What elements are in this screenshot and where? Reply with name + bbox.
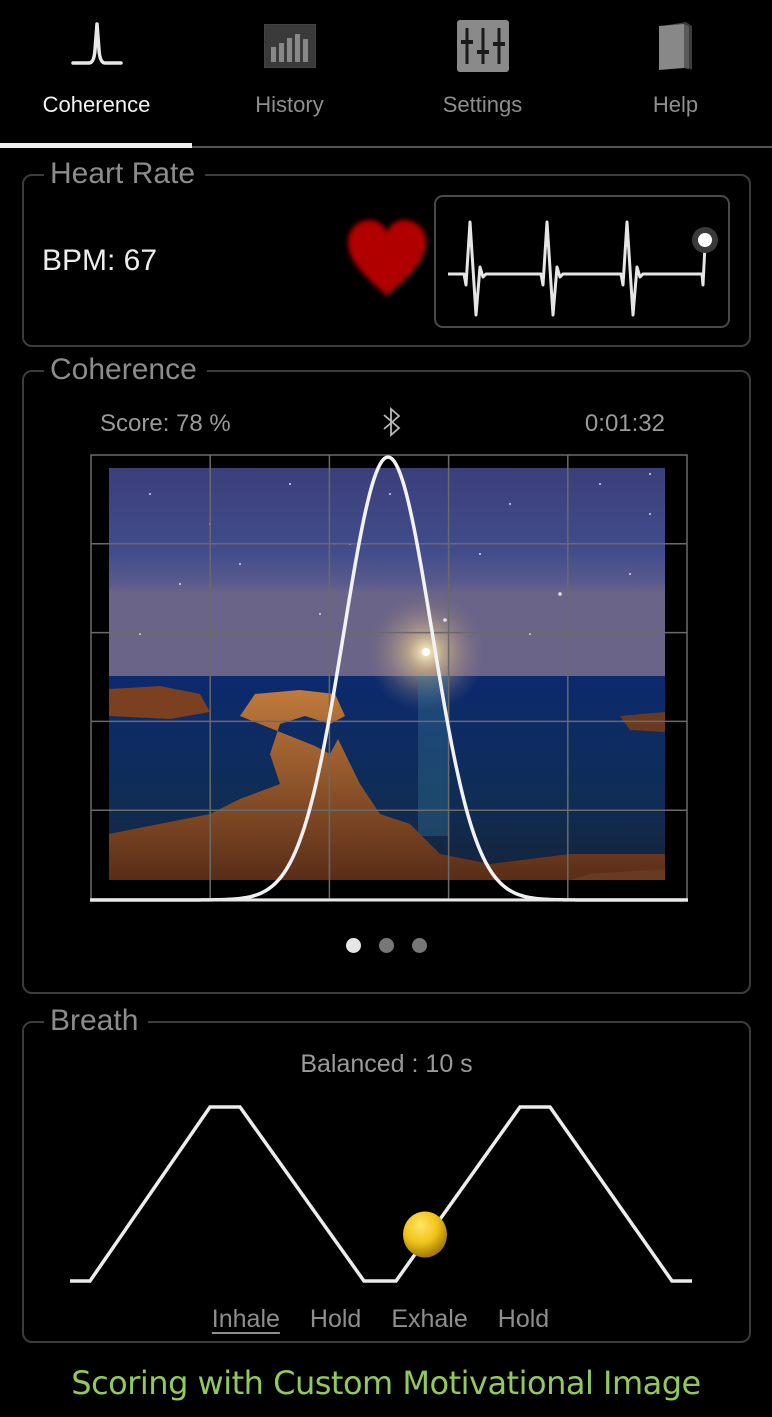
breath-phases: Inhale Hold Exhale Hold [24,1305,749,1334]
breath-phase-hold: Hold [309,1305,362,1333]
book-icon [648,20,704,72]
session-timer: 0:01:32 [584,410,665,437]
score-readout: Score: 78 % [100,410,231,437]
breath-pacer-ball [402,1211,447,1258]
coherence-plot [90,454,688,902]
tab-help[interactable]: Help [579,0,772,146]
page-dot[interactable] [346,938,361,953]
coherence-title: Coherence [44,350,207,390]
tab-label: History [255,92,324,117]
breath-phase-inhale: Inhale [211,1305,280,1333]
ecg-waveform [434,195,730,328]
sliders-icon [455,20,511,72]
bar-chart-icon [262,20,318,72]
bpm-readout: BPM: 67 [42,244,158,277]
coherence-panel: Coherence Score: 78 % 0:01:32 [22,350,751,994]
heart-rate-panel: Heart Rate BPM: 67 [22,154,751,347]
page-dot[interactable] [412,938,427,953]
breath-wave [70,1105,692,1283]
page-dot[interactable] [379,938,394,953]
breath-phase-hold: Hold [497,1305,550,1333]
breath-pacer [70,1105,692,1283]
tab-label: Coherence [42,92,151,117]
breath-panel: Breath Balanced : 10 s Inhale Hold Exhale H… [22,1001,751,1343]
ecg-cursor [698,233,712,247]
tab-bar: Coherence History Settings Help [0,0,772,149]
breath-phase-exhale: Exhale [391,1305,468,1333]
motivational-background-image [109,468,665,880]
coherence-peak-icon [69,20,125,72]
tab-divider [192,146,772,148]
bluetooth-icon [379,406,405,438]
heart-rate-title: Heart Rate [44,154,206,194]
active-tab-indicator [0,143,192,148]
tab-history[interactable]: History [193,0,386,146]
caption: Scoring with Custom Motivational Image [71,1364,701,1402]
tab-label: Settings [442,92,523,117]
tab-settings[interactable]: Settings [386,0,579,146]
tab-label: Help [652,92,699,117]
tab-coherence[interactable]: Coherence [0,0,193,146]
heart-icon [342,216,432,301]
page-indicator [24,938,749,953]
